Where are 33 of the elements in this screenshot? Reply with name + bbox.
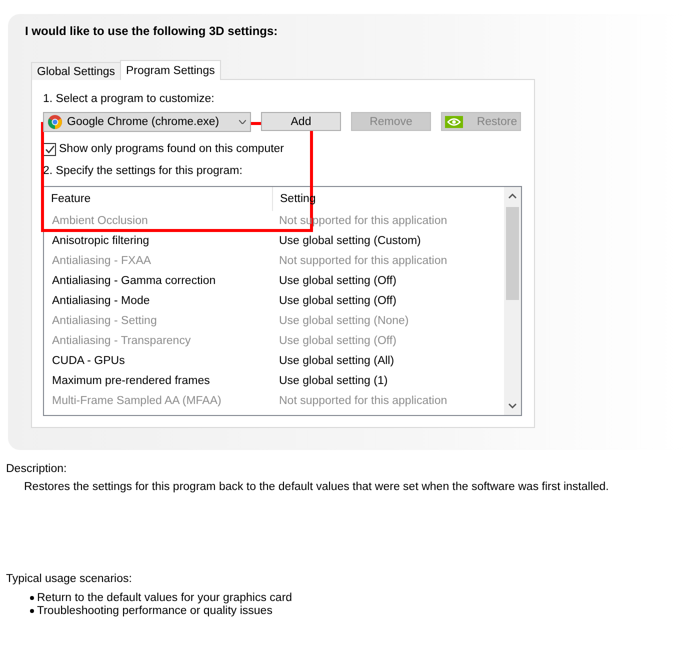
setting-cell[interactable]: Use global setting (Off) bbox=[279, 275, 396, 287]
column-header[interactable]: Feature bbox=[44, 187, 273, 211]
usage-item: Return to the default values for your graphics card bbox=[37, 592, 292, 604]
description-text: Restores the settings for this program back to the default values that were set when the software was first installed. bbox=[24, 481, 610, 493]
browser-logo-icon bbox=[48, 115, 62, 129]
feature-cell[interactable]: Maximum pre-rendered frames bbox=[52, 375, 210, 387]
scroll-up-icon[interactable] bbox=[508, 193, 517, 199]
caret-icon bbox=[239, 120, 246, 124]
scrollbar[interactable] bbox=[504, 187, 521, 415]
feature-cell[interactable]: Anisotropic filtering bbox=[52, 235, 150, 247]
program-dropdown[interactable]: Google Chrome (chrome.exe) bbox=[43, 112, 251, 132]
section-heading: I would like to use the following 3D settings: bbox=[25, 24, 279, 38]
tab[interactable]: Global Settings bbox=[31, 62, 121, 80]
bullet-icon bbox=[30, 596, 34, 600]
checkmark-icon bbox=[44, 144, 54, 154]
step-label: 2. Specify the settings for this program: bbox=[43, 165, 244, 179]
usage-item: Troubleshooting performance or quality issues bbox=[37, 604, 272, 616]
action-button[interactable]: Add bbox=[261, 112, 341, 131]
scroll-down-icon[interactable] bbox=[508, 403, 517, 409]
usage-label: Typical usage scenarios: bbox=[6, 573, 133, 585]
feature-cell[interactable]: Antialiasing - Gamma correction bbox=[52, 275, 216, 287]
description-label: Description: bbox=[6, 463, 68, 475]
show-only-checkbox[interactable]: Show only programs found on this computer bbox=[43, 141, 534, 157]
step-label: 1. Select a program to customize: bbox=[43, 93, 216, 107]
feature-cell[interactable]: CUDA - GPUs bbox=[52, 355, 125, 367]
tab[interactable]: Program Settings bbox=[120, 60, 221, 80]
setting-cell[interactable]: Use global setting (1) bbox=[279, 375, 388, 387]
setting-cell[interactable]: Use global setting (Off) bbox=[279, 295, 396, 307]
setting-cell[interactable]: Use global setting (Custom) bbox=[279, 235, 421, 247]
eye-logo-icon bbox=[444, 116, 463, 128]
setting-cell[interactable]: Use global setting (All) bbox=[279, 355, 394, 367]
feature-cell[interactable]: Antialiasing - Mode bbox=[52, 295, 150, 307]
bullet-icon bbox=[30, 608, 34, 612]
